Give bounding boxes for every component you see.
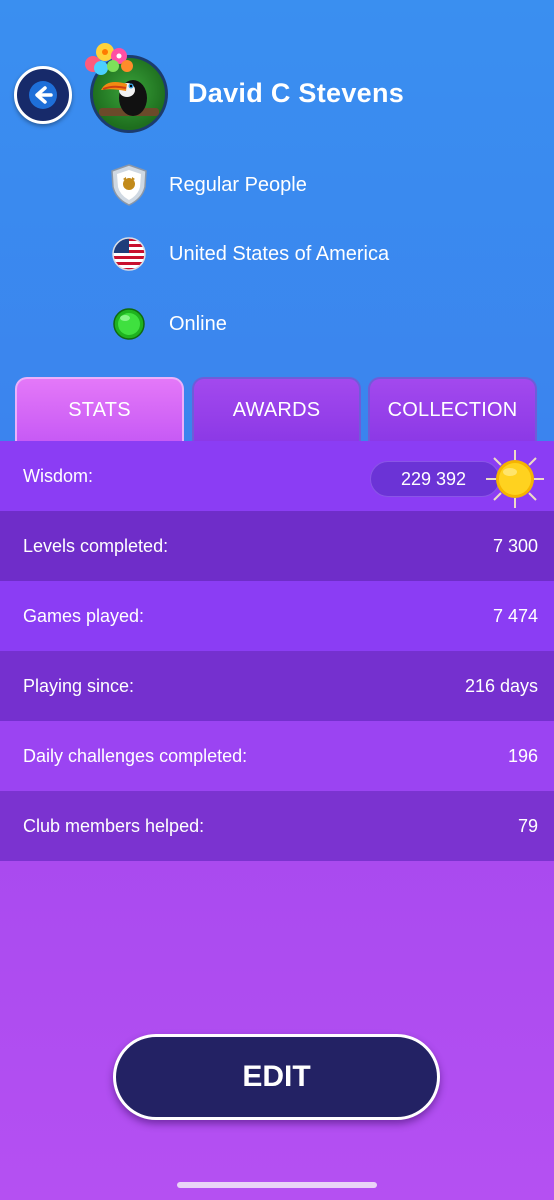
stat-value: 229 392 [401,468,467,489]
stat-label: Games played: [23,605,145,626]
stat-label: Daily challenges completed: [23,745,248,766]
online-dot-icon [108,302,150,346]
rank-label: Regular People [169,174,307,196]
stat-row-daily-challenges: Daily challenges completed: 196 [0,721,554,791]
stat-value: 7 474 [492,605,538,626]
stat-label: Playing since: [23,675,135,696]
country-row: United States of America [0,232,554,276]
back-button[interactable] [14,66,72,124]
status-row: Online [0,302,554,346]
stat-row-club-members: Club members helped: 79 [0,791,554,861]
status-label: Online [169,313,227,335]
sun-icon [486,450,544,508]
arrow-left-icon [29,81,57,109]
stat-label: Club members helped: [23,815,205,836]
stat-value: 7 300 [492,535,538,556]
edit-button[interactable]: EDIT [113,1034,440,1120]
us-flag-icon [108,232,150,276]
tab-collection[interactable]: COLLECTION [368,377,537,441]
flower-crown-icon [85,43,133,75]
stat-label: Wisdom: [23,465,94,486]
shield-icon [108,163,150,207]
stat-value: 196 [507,745,538,766]
tab-stats[interactable]: STATS [15,377,184,441]
rank-row: Regular People [0,163,554,207]
wisdom-value-pill: 229 392 [370,461,500,497]
stat-value: 216 days [464,675,538,696]
stat-row-games: Games played: 7 474 [0,581,554,651]
country-label: United States of America [169,243,390,265]
stat-row-levels: Levels completed: 7 300 [0,511,554,581]
username: David C Stevens [188,78,405,108]
stat-row-playing-since: Playing since: 216 days [0,651,554,721]
stat-label: Levels completed: [23,535,169,556]
home-indicator[interactable] [177,1182,377,1188]
tab-awards[interactable]: AWARDS [192,377,361,441]
avatar[interactable] [85,43,168,133]
stat-value: 79 [517,815,538,836]
